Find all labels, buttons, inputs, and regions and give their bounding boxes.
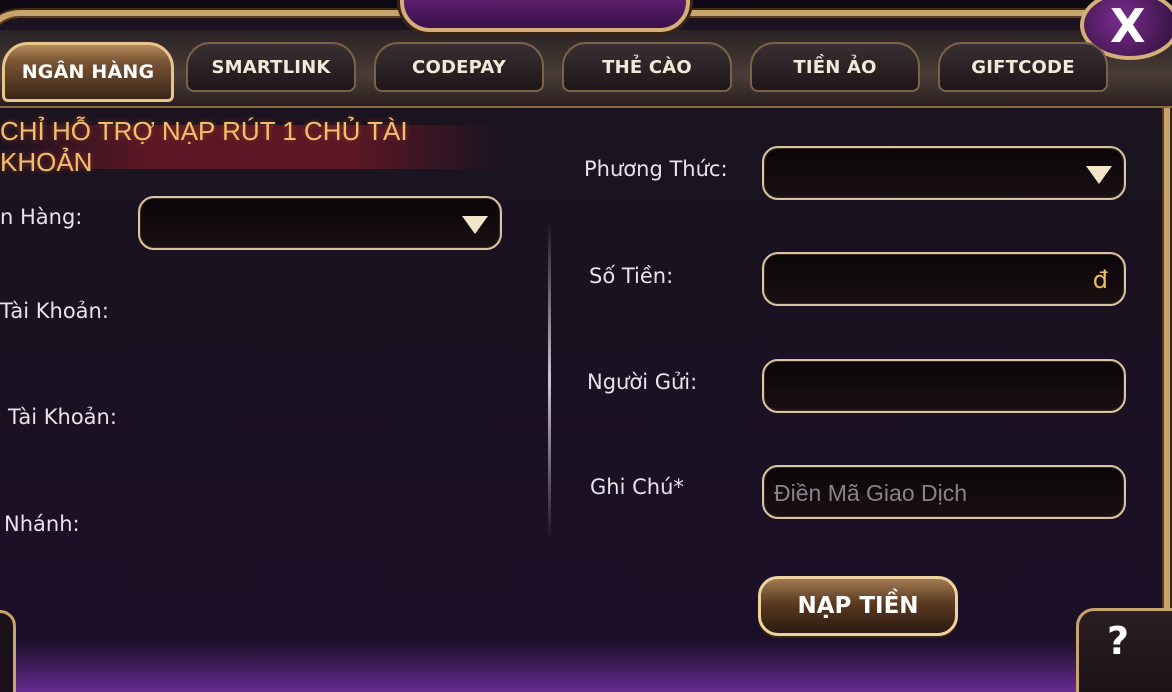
note-label: Ghi Chú* <box>590 475 684 499</box>
help-button[interactable]: ? <box>1076 608 1172 692</box>
tab-label: NGÂN HÀNG <box>21 61 155 83</box>
transaction-code-input[interactable] <box>774 475 1104 511</box>
dialog-frame <box>0 10 1170 692</box>
tab-label: TIỀN ẢO <box>793 56 877 78</box>
tab-codepay[interactable]: CODEPAY <box>374 42 544 92</box>
amount-input[interactable]: đ <box>762 252 1126 306</box>
method-label: Phương Thức: <box>584 157 728 181</box>
help-icon: ? <box>1107 619 1130 663</box>
bank-label: n Hàng: <box>0 205 83 229</box>
tab-smartlink[interactable]: SMARTLINK <box>186 42 356 92</box>
close-icon: X <box>1110 0 1146 53</box>
branch-label: Nhánh: <box>4 512 80 536</box>
tab-giftcode[interactable]: GIFTCODE <box>938 42 1108 92</box>
sender-label: Người Gửi: <box>587 370 698 394</box>
method-select[interactable] <box>762 146 1126 200</box>
tab-label: CODEPAY <box>412 56 506 78</box>
left-corner-cap <box>0 610 16 692</box>
deposit-button[interactable]: NẠP TIỀN <box>758 576 958 636</box>
currency-suffix: đ <box>1092 266 1108 294</box>
deposit-button-label: NẠP TIỀN <box>797 593 919 619</box>
chevron-down-icon <box>462 216 488 234</box>
panel-divider <box>548 220 551 540</box>
tab-tien-ao[interactable]: TIỀN ẢO <box>750 42 920 92</box>
sender-input[interactable] <box>762 359 1126 413</box>
single-account-notice: CHỈ HỖ TRỢ NẠP RÚT 1 CHỦ TÀI KHOẢN <box>0 116 500 177</box>
note-field[interactable] <box>762 465 1126 519</box>
bottom-glow <box>0 640 1172 692</box>
bank-select[interactable] <box>138 196 502 250</box>
account-name-label: Tài Khoản: <box>8 405 117 429</box>
tab-label: SMARTLINK <box>211 56 331 78</box>
amount-label: Số Tiền: <box>589 264 674 288</box>
deposit-dialog: X NGÂN HÀNG SMARTLINK CODEPAY THẺ CÀO TI… <box>0 0 1172 692</box>
tab-label: THẺ CÀO <box>602 56 692 78</box>
tab-label: GIFTCODE <box>971 56 1075 78</box>
chevron-down-icon <box>1086 166 1112 184</box>
account-number-label: Tài Khoản: <box>0 299 109 323</box>
dialog-title-cap <box>400 0 690 32</box>
tab-the-cao[interactable]: THẺ CÀO <box>562 42 732 92</box>
tab-ngan-hang[interactable]: NGÂN HÀNG <box>2 42 174 102</box>
